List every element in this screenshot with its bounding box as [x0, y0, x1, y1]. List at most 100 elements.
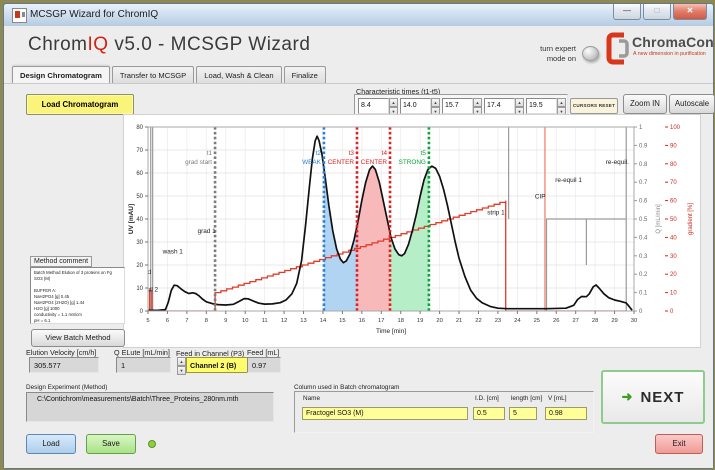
feed-channel-select[interactable]: ▲▼ Channel 2 (B): [177, 357, 248, 373]
elution-velocity-label: Elution Velocity [cm/h]: [26, 348, 96, 357]
svg-text:0.3: 0.3: [639, 254, 648, 260]
svg-text:Q [mL/min]: Q [mL/min]: [656, 204, 662, 234]
svg-text:0.9: 0.9: [639, 143, 648, 149]
time-t2-input[interactable]: 14.0: [400, 98, 431, 114]
design-experiment-path[interactable]: C:\Contichrom\measurements\Batch\Three_P…: [26, 392, 274, 422]
column-cell-volume[interactable]: 0.98: [545, 407, 587, 420]
q-elute-label: Q ELute [mL/min]: [114, 348, 170, 357]
svg-text:STRONG: STRONG: [399, 159, 426, 166]
cursors-reset-button[interactable]: CURSORS RESET: [570, 98, 618, 114]
tab-design-chromatogram[interactable]: Design Chromatogram: [12, 66, 110, 83]
column-header-length: length [cm]: [511, 395, 542, 402]
svg-text:70: 70: [670, 180, 677, 186]
feed-channel-value[interactable]: Channel 2 (B): [186, 357, 248, 373]
expert-mode-toggle[interactable]: [582, 46, 599, 61]
svg-text:Time [min]: Time [min]: [376, 328, 406, 335]
feed-volume-field[interactable]: 0.97: [247, 357, 281, 373]
svg-text:7: 7: [185, 318, 188, 324]
svg-text:0.8: 0.8: [639, 162, 648, 168]
svg-text:20: 20: [136, 263, 143, 269]
logo-tagline: A new dimension in purification: [633, 51, 706, 57]
column-cell-name[interactable]: Fractogel SO3 (M): [302, 407, 468, 420]
svg-text:21: 21: [456, 318, 462, 324]
svg-text:23: 23: [495, 318, 501, 324]
title-bar[interactable]: MCSGP Wizard for ChromIQ — □ ✕: [4, 4, 713, 27]
column-cell-length[interactable]: 5: [509, 407, 537, 420]
svg-text:0.5: 0.5: [639, 217, 648, 223]
svg-text:re-equil.: re-equil.: [606, 159, 629, 166]
spinner-up-icon[interactable]: ▲: [389, 98, 398, 107]
method-comment-box[interactable]: Batch Method Elution of 3 proteins on Fg…: [30, 267, 125, 324]
svg-text:t5: t5: [421, 150, 427, 157]
svg-text:t3: t3: [349, 150, 355, 157]
svg-text:CENTER: CENTER: [328, 159, 355, 166]
app-icon: [12, 8, 27, 23]
svg-text:0.7: 0.7: [639, 180, 648, 186]
svg-text:0.1: 0.1: [639, 291, 648, 297]
spinner-up-icon[interactable]: ▲: [515, 98, 524, 107]
load-chromatogram-button[interactable]: Load Chromatogram: [26, 94, 134, 115]
spinner-up-icon[interactable]: ▲: [177, 357, 186, 366]
time-t1-control: 8.4▲▼: [358, 98, 398, 114]
svg-text:40: 40: [136, 217, 143, 223]
svg-text:6: 6: [166, 318, 169, 324]
q-elute-field[interactable]: 1: [116, 357, 171, 373]
column-table: Name I.D. [cm] length [cm] V [mL] Fracto…: [294, 391, 594, 433]
spinner-up-icon[interactable]: ▲: [557, 98, 566, 107]
tab-finalize[interactable]: Finalize: [284, 66, 326, 83]
main-content: ChromIQ v5.0 - MCSGP Wizard turn expert …: [4, 26, 713, 468]
svg-text:8: 8: [205, 318, 208, 324]
zoom-in-button[interactable]: Zoom IN: [623, 94, 667, 114]
svg-text:15: 15: [339, 318, 345, 324]
tab-separator: [4, 83, 713, 84]
svg-text:70: 70: [136, 148, 143, 154]
load-button[interactable]: Load: [26, 434, 76, 454]
chromatogram-svg[interactable]: t1grad startt2WEAKt3CENTERt4CENTERt5STRO…: [124, 115, 700, 347]
spinner-up-icon[interactable]: ▲: [473, 98, 482, 107]
expert-mode-label: turn expert mode on: [502, 44, 576, 64]
svg-text:0.6: 0.6: [639, 199, 648, 205]
svg-text:27: 27: [572, 318, 578, 324]
time-t1-input[interactable]: 8.4: [358, 98, 389, 114]
brand-iq: IQ: [88, 34, 109, 55]
svg-text:28: 28: [592, 318, 598, 324]
svg-text:t4: t4: [382, 150, 388, 157]
exit-button[interactable]: Exit: [655, 434, 703, 454]
svg-text:re-equil 1: re-equil 1: [555, 177, 582, 184]
svg-text:12: 12: [281, 318, 287, 324]
chromatogram-chart[interactable]: t1grad startt2WEAKt3CENTERt4CENTERt5STRO…: [123, 114, 701, 348]
window-title: MCSGP Wizard for ChromIQ: [30, 9, 158, 20]
svg-text:30: 30: [631, 318, 637, 324]
page-title: ChromIQ v5.0 - MCSGP Wizard: [28, 34, 310, 56]
spinner-up-icon[interactable]: ▲: [431, 98, 440, 107]
svg-text:100: 100: [670, 125, 681, 131]
tab-bar: Design Chromatogram Transfer to MCSGP Lo…: [12, 66, 328, 83]
svg-text:60: 60: [136, 171, 143, 177]
design-experiment-label: Design Experiment (Method): [26, 384, 107, 391]
spinner-down-icon[interactable]: ▼: [177, 366, 186, 375]
view-batch-method-button[interactable]: View Batch Method: [31, 329, 125, 347]
column-header-name: Name: [303, 395, 320, 402]
column-cell-id[interactable]: 0.5: [473, 407, 505, 420]
close-button[interactable]: ✕: [673, 4, 707, 20]
svg-text:wash 1: wash 1: [162, 249, 184, 256]
tab-transfer-to-mcsgp[interactable]: Transfer to MCSGP: [112, 66, 194, 83]
maximize-button: □: [643, 4, 671, 20]
svg-text:0.2: 0.2: [639, 272, 648, 278]
tab-load-wash-clean[interactable]: Load, Wash & Clean: [196, 66, 281, 83]
minimize-button[interactable]: —: [613, 4, 641, 20]
svg-text:29: 29: [611, 318, 617, 324]
svg-text:10: 10: [136, 286, 143, 292]
time-t5-input[interactable]: 19.5: [526, 98, 557, 114]
svg-text:19: 19: [417, 318, 423, 324]
time-t3-input[interactable]: 15.7: [442, 98, 473, 114]
page-title-rest: v5.0 - MCSGP Wizard: [114, 34, 310, 55]
elution-velocity-field[interactable]: 305.577: [29, 357, 99, 373]
next-button[interactable]: ➜ NEXT: [601, 370, 705, 424]
time-t4-input[interactable]: 17.4: [484, 98, 515, 114]
save-button[interactable]: Save: [86, 434, 136, 454]
feed-volume-label: Feed [mL]: [247, 348, 279, 357]
autoscale-button[interactable]: Autoscale: [669, 94, 715, 114]
svg-text:24: 24: [514, 318, 521, 324]
svg-text:10: 10: [670, 291, 677, 297]
